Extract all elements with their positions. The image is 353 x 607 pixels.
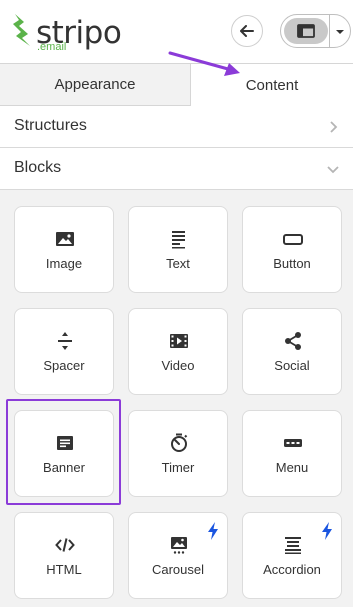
- code-icon: [55, 538, 75, 552]
- block-label: Text: [166, 256, 190, 271]
- block-text[interactable]: Text: [128, 206, 228, 293]
- block-timer[interactable]: Timer: [128, 410, 228, 497]
- layout-view-button[interactable]: [284, 18, 328, 44]
- block-label: Spacer: [43, 358, 85, 373]
- block-social[interactable]: Social: [242, 308, 342, 395]
- carousel-icon: [171, 537, 187, 554]
- block-label: Image: [45, 256, 83, 271]
- block-accordion[interactable]: Accordion: [242, 512, 342, 599]
- image-icon: [56, 232, 74, 246]
- block-button[interactable]: Button: [242, 206, 342, 293]
- menu-icon: [284, 439, 302, 447]
- block-video[interactable]: Video: [128, 308, 228, 395]
- timer-icon: [171, 433, 188, 452]
- chevron-down-icon[interactable]: [333, 25, 347, 39]
- lightning-icon: [208, 522, 218, 540]
- button-icon: [283, 234, 303, 245]
- block-label: Social: [274, 358, 310, 373]
- block-label: HTML: [46, 562, 82, 577]
- layout-toggle[interactable]: [280, 14, 351, 48]
- spacer-icon: [58, 332, 72, 350]
- lightning-icon: [322, 522, 332, 540]
- structures-title: Structures: [14, 117, 87, 134]
- block-label: Carousel: [151, 562, 205, 577]
- block-menu[interactable]: Menu: [242, 410, 342, 497]
- block-carousel[interactable]: Carousel: [128, 512, 228, 599]
- blocks-section-header[interactable]: Blocks: [0, 148, 353, 190]
- annotation-arrow: [168, 51, 240, 76]
- block-label: Accordion: [263, 562, 321, 577]
- block-label: Menu: [275, 460, 309, 475]
- logo-subtext: .email: [37, 41, 67, 53]
- video-icon: [170, 334, 188, 348]
- text-icon: [172, 231, 185, 249]
- block-label: Button: [273, 256, 311, 271]
- blocks-title: Blocks: [14, 159, 62, 176]
- block-html[interactable]: HTML: [14, 512, 114, 599]
- back-button[interactable]: [231, 15, 263, 47]
- layout-icon: [297, 24, 315, 38]
- block-label: Timer: [161, 460, 195, 475]
- structures-section-header[interactable]: Structures: [0, 106, 353, 148]
- chevron-down-icon: [327, 166, 339, 174]
- annotation-highlight: [6, 399, 121, 505]
- accordion-icon: [285, 537, 301, 554]
- share-icon: [285, 332, 301, 350]
- stripo-logo[interactable]: stripo .email: [12, 10, 122, 56]
- block-label: Video: [161, 358, 195, 373]
- chevron-right-icon: [330, 121, 338, 133]
- stripo-leaf-icon: [13, 14, 30, 46]
- arrow-left-icon: [240, 25, 254, 37]
- block-spacer[interactable]: Spacer: [14, 308, 114, 395]
- toggle-divider: [329, 15, 330, 47]
- block-image[interactable]: Image: [14, 206, 114, 293]
